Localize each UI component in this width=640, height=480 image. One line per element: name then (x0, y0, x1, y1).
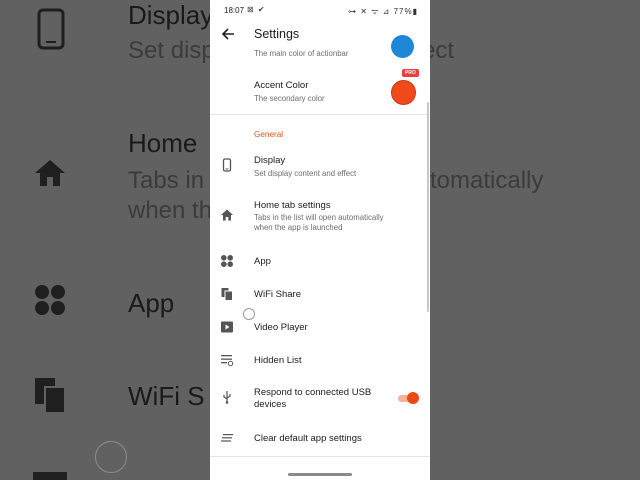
clear-default-title: Clear default app settings (254, 433, 362, 444)
status-left-icons: ⊠ ✔ (247, 5, 266, 14)
phone-icon (222, 158, 232, 172)
phone-icon (37, 8, 65, 50)
display-subtitle: Set display content and effect (254, 169, 357, 178)
pro-badge: PRO (402, 69, 419, 77)
accent-color-title: Accent Color (254, 80, 309, 91)
app-row[interactable]: App (210, 250, 430, 274)
bg-home-sub-1-right: tomatically (430, 167, 544, 194)
video-play-icon (221, 321, 233, 333)
hidden-list-icon (221, 355, 234, 367)
hidden-list-title: Hidden List (254, 355, 302, 366)
status-time: 18:07 (224, 6, 245, 15)
primary-color-swatch[interactable] (391, 35, 414, 58)
bg-home-sub-2: when th (128, 197, 213, 224)
phone-screen: 18:07 ⊠ ✔ ⊶ ✕ ᯤ ⊿ 77%▮ Settings The main… (210, 0, 430, 480)
home-icon (35, 160, 65, 186)
status-bar: 18:07 ⊠ ✔ ⊶ ✕ ᯤ ⊿ 77%▮ (210, 0, 430, 22)
usb-toggle-thumb (407, 392, 419, 404)
bg-app-title: App (128, 288, 175, 318)
home-icon (221, 209, 233, 221)
primary-color-subtitle: The main color of actionbar (254, 49, 349, 58)
home-tab-settings-subtitle: Tabs in the list will open automatically… (254, 213, 384, 232)
copy-icon (35, 378, 66, 414)
wifi-share-row[interactable]: WiFi Share (210, 283, 430, 307)
hidden-list-row[interactable]: Hidden List (210, 349, 430, 373)
usb-icon (223, 391, 231, 404)
copy-icon (221, 288, 233, 301)
display-title: Display (254, 155, 286, 166)
bg-wifi-title: WiFi S (128, 381, 205, 411)
clear-all-icon (221, 434, 233, 442)
home-tab-settings-row[interactable]: Home tab settings Tabs in the list will … (210, 194, 430, 238)
status-right-icons: ⊶ ✕ ᯤ ⊿ 77%▮ (347, 7, 418, 16)
touch-indicator (95, 441, 127, 473)
accent-color-row[interactable]: Accent Color The secondary color PRO (210, 69, 430, 110)
divider-bottom (210, 456, 430, 457)
bg-home-title: Home (128, 128, 198, 158)
bg-home-sub-1: Tabs in (128, 167, 205, 194)
touch-indicator-small (243, 308, 255, 320)
divider (210, 114, 430, 115)
primary-color-row[interactable]: The main color of actionbar (210, 35, 430, 66)
home-tab-settings-title: Home tab settings (254, 200, 331, 211)
bg-display-sub: Set disp (128, 37, 215, 64)
settings-list[interactable]: The main color of actionbar Accent Color… (210, 35, 430, 480)
accent-color-subtitle: The secondary color (254, 94, 325, 103)
bg-display-title: Display (128, 0, 214, 30)
apps-grid-icon (221, 255, 233, 267)
usb-row[interactable]: Respond to connected USB devices (210, 381, 430, 413)
apps-grid-icon (35, 285, 65, 315)
page-title: Settings (254, 27, 300, 41)
video-player-row[interactable]: Video Player (210, 316, 430, 340)
video-player-title: Video Player (254, 322, 308, 333)
app-title: App (254, 256, 271, 267)
back-arrow-icon[interactable] (220, 26, 236, 42)
scrollbar[interactable] (427, 102, 429, 312)
usb-toggle[interactable] (398, 392, 419, 404)
bg-bottom-icon (33, 472, 67, 480)
clear-default-row[interactable]: Clear default app settings (210, 427, 430, 451)
section-general: General (254, 130, 284, 139)
display-row[interactable]: Display Set display content and effect (210, 150, 430, 186)
accent-color-swatch[interactable] (391, 80, 416, 105)
usb-title: Respond to connected USB devices (254, 387, 372, 410)
gesture-nav-bar[interactable] (288, 473, 352, 476)
wifi-share-title: WiFi Share (254, 289, 301, 300)
